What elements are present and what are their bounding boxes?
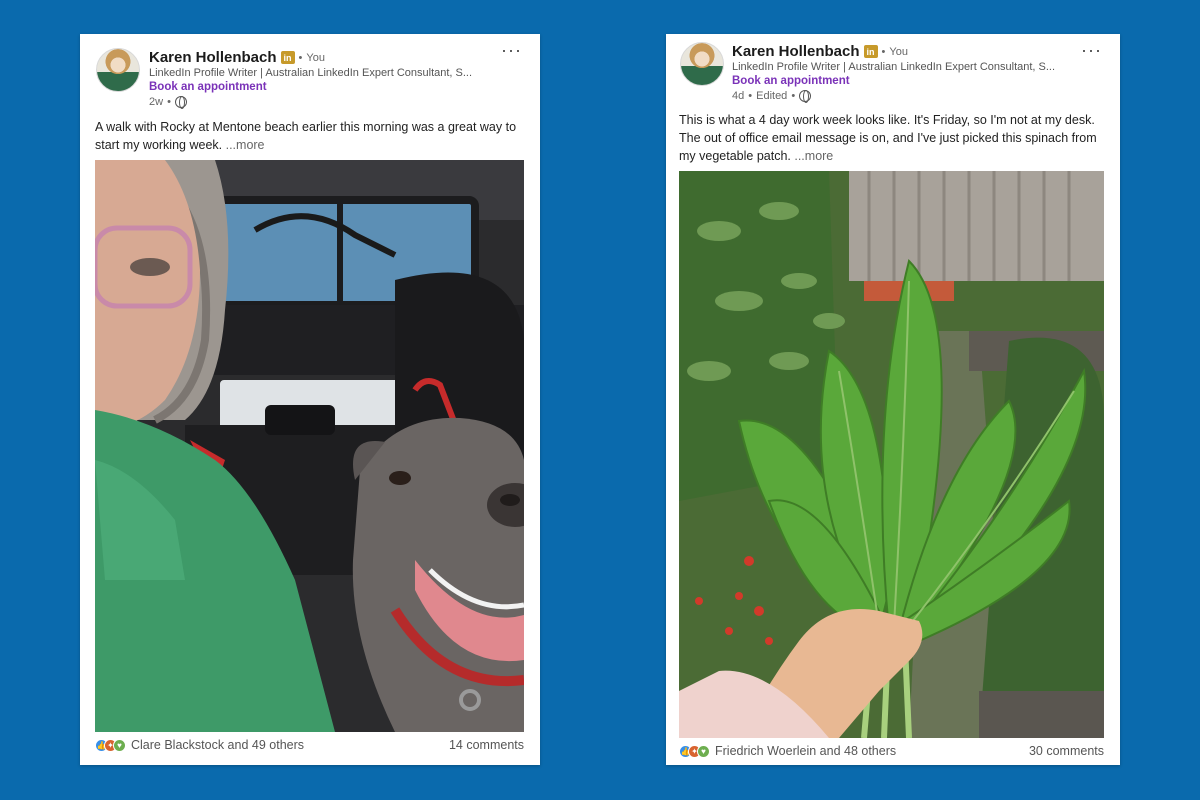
separator-dot: • [791,90,796,102]
globe-icon [799,90,812,103]
reactions-summary[interactable]: 👍 ✦ ♥ Clare Blackstock and 49 others [95,738,304,752]
reactions-summary[interactable]: 👍 ✦ ♥ Friedrich Woerlein and 48 others [679,744,896,758]
globe-icon [174,96,187,109]
post-text: This is what a 4 day work week looks lik… [679,111,1109,165]
post-meta: 4d • Edited • [732,90,812,103]
reaction-icons: 👍 ✦ ♥ [679,744,710,758]
more-options-icon[interactable]: ··· [501,41,522,59]
post-text-content: A walk with Rocky at Mentone beach earli… [95,120,517,152]
relation-label: You [306,51,325,64]
post-header: Karen Hollenbach in • You LinkedIn Profi… [666,34,1120,112]
see-more-link[interactable]: ...more [226,138,265,152]
author-headline: LinkedIn Profile Writer | Australian Lin… [149,67,473,79]
social-counts: 👍 ✦ ♥ Clare Blackstock and 49 others 14 … [95,738,524,752]
comments-count[interactable]: 30 comments [1029,744,1104,758]
author-headline: LinkedIn Profile Writer | Australian Lin… [732,61,1056,73]
linkedin-badge-icon: in [280,51,295,64]
post-image-spinach[interactable] [679,171,1104,738]
author-name[interactable]: Karen Hollenbach [732,43,860,60]
relation-label: You [889,45,908,58]
support-icon: ♥ [113,738,126,752]
separator-dot: • [298,51,303,64]
author-line: Karen Hollenbach in • You [149,49,325,66]
avatar[interactable] [96,48,140,92]
book-appointment-link[interactable]: Book an appointment [149,81,267,93]
post-age: 4d [732,90,745,102]
separator-dot: • [748,90,753,102]
see-more-link[interactable]: ...more [794,149,833,163]
social-counts: 👍 ✦ ♥ Friedrich Woerlein and 48 others 3… [679,744,1104,758]
reactions-text[interactable]: Friedrich Woerlein and 48 others [715,744,896,758]
separator-dot: • [167,96,171,108]
post-meta: 2w • [149,96,187,109]
selfie-photo [95,160,524,732]
post-card-rocky: Karen Hollenbach in • You LinkedIn Profi… [80,34,540,765]
edited-label: Edited [756,90,788,102]
post-header: Karen Hollenbach in • You LinkedIn Profi… [80,34,540,112]
post-age: 2w [149,96,164,108]
author-name[interactable]: Karen Hollenbach [149,49,277,66]
avatar[interactable] [680,42,724,86]
linkedin-badge-icon: in [863,45,878,58]
author-line: Karen Hollenbach in • You [732,43,908,60]
post-image-selfie-with-dog[interactable] [95,160,524,732]
book-appointment-link[interactable]: Book an appointment [732,75,850,87]
spinach-photo [679,171,1104,738]
comments-count[interactable]: 14 comments [449,738,524,752]
reaction-icons: 👍 ✦ ♥ [95,738,126,752]
more-options-icon[interactable]: ··· [1081,41,1102,59]
support-icon: ♥ [697,744,710,758]
reactions-text[interactable]: Clare Blackstock and 49 others [131,738,304,752]
post-text: A walk with Rocky at Mentone beach earli… [95,118,530,154]
separator-dot: • [881,45,886,58]
post-text-content: This is what a 4 day work week looks lik… [679,113,1097,163]
post-card-spinach: Karen Hollenbach in • You LinkedIn Profi… [666,34,1120,765]
